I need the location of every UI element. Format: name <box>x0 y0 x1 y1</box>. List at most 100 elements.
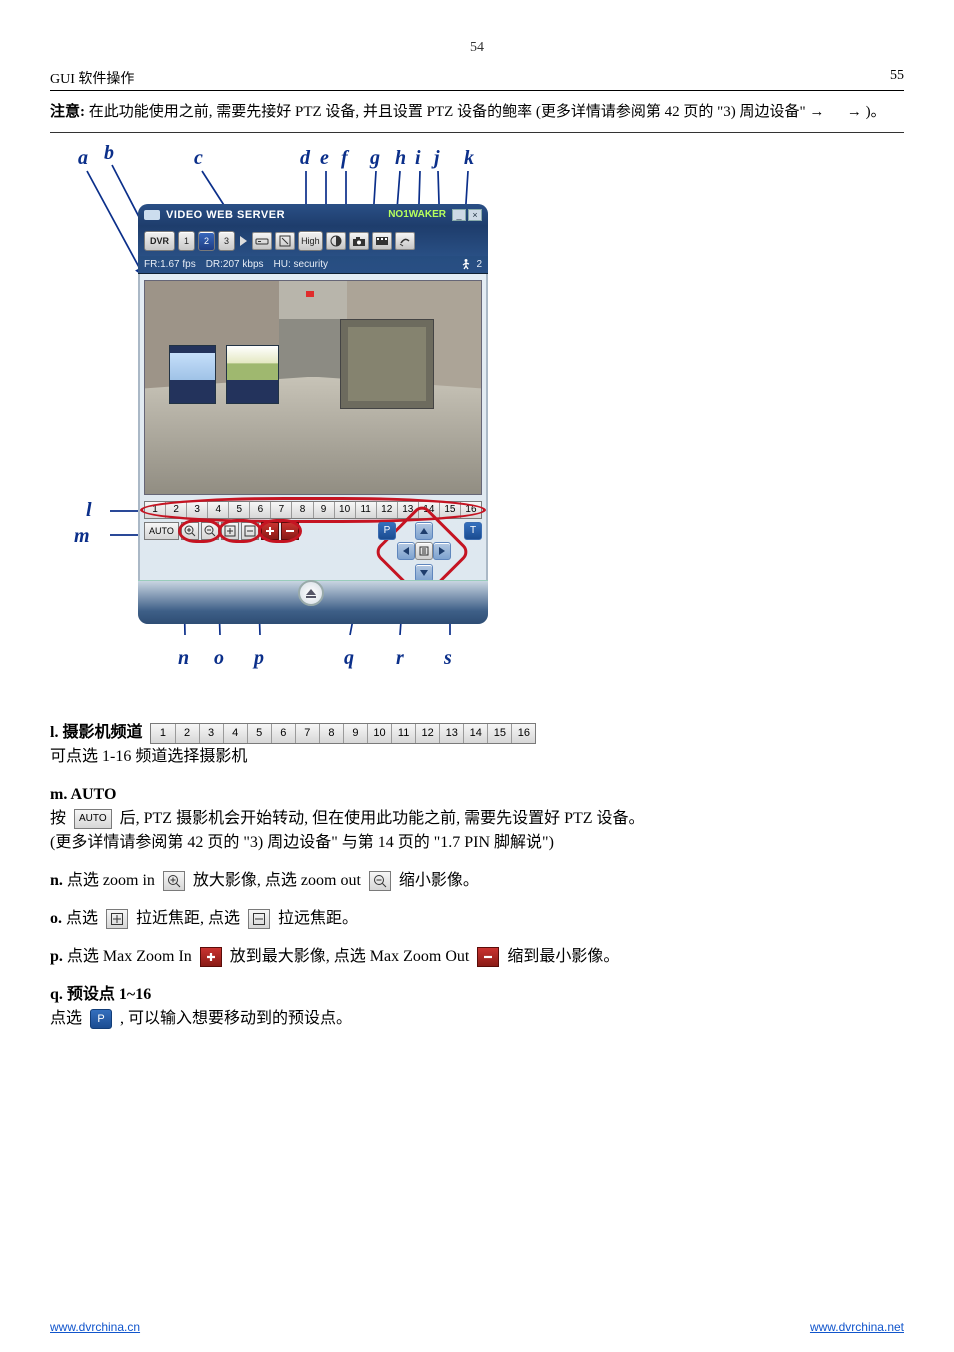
close-button[interactable]: × <box>468 209 482 221</box>
auto-button[interactable]: AUTO <box>144 522 179 540</box>
oval-zoom <box>178 519 222 543</box>
high-quality-button[interactable]: High <box>298 231 323 251</box>
channel-14-button[interactable]: 14 <box>464 724 488 743</box>
control-row: AUTO P T <box>144 522 482 587</box>
app-window: VIDEO WEB SERVER NO1WAKER _ × DVR 1 2 3 … <box>138 204 488 624</box>
text-n-b: 放大影像, 点选 zoom out <box>193 872 361 889</box>
channel-9-button[interactable]: 9 <box>344 724 368 743</box>
text-o-c: 拉远焦距。 <box>278 910 358 927</box>
channel-11-button[interactable]: 11 <box>392 724 416 743</box>
channel-7-button[interactable]: 7 <box>296 724 320 743</box>
group-2-button[interactable]: 2 <box>198 231 215 251</box>
text-q-b: , 可以输入想要移动到的预设点。 <box>120 1010 352 1027</box>
label-o: o. <box>50 910 62 927</box>
callout-j: j <box>434 147 440 170</box>
page-number: 54 <box>50 40 904 56</box>
camera-feed <box>145 281 481 494</box>
callout-d: d <box>300 147 310 170</box>
callout-c: c <box>194 147 203 170</box>
text-m-c: (更多详情请参阅第 42 页的 "3) 周边设备" 与第 14 页的 "1.7 … <box>50 834 554 851</box>
app-title: VIDEO WEB SERVER <box>166 209 285 221</box>
inline-preset-icon[interactable]: P <box>90 1009 112 1029</box>
window-footer <box>138 580 488 624</box>
eject-button[interactable] <box>298 580 324 606</box>
preset-right-button[interactable]: T <box>464 522 482 540</box>
channel-6-button[interactable]: 6 <box>272 724 296 743</box>
callout-s: s <box>444 647 452 670</box>
channel-10-button[interactable]: 10 <box>368 724 392 743</box>
callout-g: g <box>370 147 380 170</box>
divider <box>50 132 904 133</box>
label-p: p. <box>50 948 63 965</box>
channel-3-button[interactable]: 3 <box>200 724 224 743</box>
label-m: m. AUTO <box>50 786 116 803</box>
channel-8-button[interactable]: 8 <box>320 724 344 743</box>
callout-f: f <box>341 147 348 170</box>
text-o-b: 拉近焦距, 点选 <box>136 910 240 927</box>
ptz-zone: P T <box>372 522 482 587</box>
ptz-menu-button[interactable] <box>415 542 433 560</box>
dvr-button[interactable]: DVR <box>144 231 175 251</box>
note-text-a: 在此功能使用之前, 需要先接好 PTZ 设备, 并且设置 PTZ 设备的鲍率 (… <box>89 104 806 120</box>
group-3-button[interactable]: 3 <box>218 231 235 251</box>
inline-zoom-in-icon[interactable] <box>163 871 185 891</box>
body-text: l. 摄影机频道 1 2 3 4 5 6 7 8 9 10 11 12 13 1… <box>50 721 904 1031</box>
page-footer: www.dvrchina.cn www.dvrchina.net <box>50 1320 904 1334</box>
text-n-c: 缩小影像。 <box>399 872 479 889</box>
ptz-right-button[interactable] <box>433 542 451 560</box>
callout-a: a <box>78 147 88 170</box>
footer-right[interactable]: www.dvrchina.net <box>810 1320 904 1334</box>
header-left: GUI 软件操作 <box>50 68 134 88</box>
callout-b: b <box>104 142 114 165</box>
inline-auto-button[interactable]: AUTO <box>74 809 112 829</box>
ptz-left-button[interactable] <box>397 542 415 560</box>
contrast-icon[interactable] <box>326 232 346 250</box>
inline-max-zoom-in-icon[interactable] <box>200 947 222 967</box>
titlebar: VIDEO WEB SERVER NO1WAKER _ × <box>138 204 488 226</box>
oval-maxzoom <box>258 519 302 543</box>
connection-name: NO1WAKER <box>388 209 446 220</box>
settings-icon[interactable] <box>395 232 415 250</box>
note-text-b: )。 <box>866 104 886 120</box>
arrow-icon: → <box>809 103 824 120</box>
snapshot-icon[interactable] <box>349 232 369 250</box>
text-o-a: 点选 <box>66 910 98 927</box>
inline-max-zoom-out-icon[interactable] <box>477 947 499 967</box>
diagram: a b c d e f g h i j k l m n o p q r s VI… <box>50 147 530 707</box>
online-count: 2 <box>476 259 482 270</box>
film-icon[interactable] <box>372 232 392 250</box>
label-l: l. 摄影机频道 <box>50 724 142 741</box>
page-header: GUI 软件操作 55 <box>50 68 904 91</box>
play-icon[interactable] <box>240 236 247 246</box>
channel-16-button[interactable]: 16 <box>512 724 535 743</box>
channel-5-button[interactable]: 5 <box>248 724 272 743</box>
minimize-button[interactable]: _ <box>452 209 466 221</box>
note-label: 注意: <box>50 104 85 120</box>
record-icon[interactable] <box>275 232 295 250</box>
video-frame[interactable] <box>144 280 482 495</box>
inline-zoom-out-icon[interactable] <box>369 871 391 891</box>
callout-r: r <box>396 647 404 670</box>
callout-l: l <box>86 499 92 522</box>
hdd-icon[interactable] <box>252 232 272 250</box>
callout-n: n <box>178 647 189 670</box>
ptz-up-button[interactable] <box>415 522 433 540</box>
footer-left[interactable]: www.dvrchina.cn <box>50 1320 140 1334</box>
inline-focus-far-icon[interactable] <box>248 909 270 929</box>
oval-focus <box>218 519 262 543</box>
video-area <box>138 274 488 495</box>
channel-13-button[interactable]: 13 <box>440 724 464 743</box>
channel-1-button[interactable]: 1 <box>151 724 175 743</box>
header-right: 55 <box>890 68 904 88</box>
inline-focus-near-icon[interactable] <box>106 909 128 929</box>
channel-2-button[interactable]: 2 <box>176 724 200 743</box>
group-1-button[interactable]: 1 <box>178 231 195 251</box>
channel-12-button[interactable]: 12 <box>416 724 440 743</box>
status-fr: FR:1.67 fps <box>144 259 196 270</box>
channel-4-button[interactable]: 4 <box>224 724 248 743</box>
callout-m: m <box>74 525 90 548</box>
channel-15-button[interactable]: 15 <box>488 724 512 743</box>
callout-h: h <box>395 147 406 170</box>
toolbar: DVR 1 2 3 High <box>138 226 488 256</box>
text-p-c: 缩到最小影像。 <box>507 948 619 965</box>
